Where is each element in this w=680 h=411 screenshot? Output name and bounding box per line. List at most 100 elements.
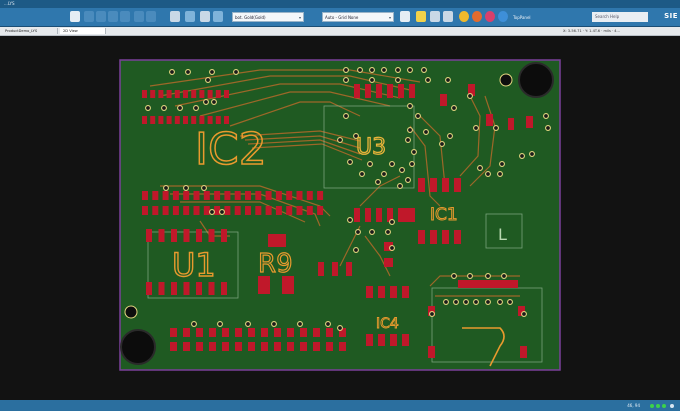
smd-pad — [526, 116, 533, 128]
highlight-icon[interactable] — [459, 11, 469, 22]
via — [191, 321, 197, 327]
ic2-pin-pad — [245, 206, 251, 215]
via — [407, 127, 413, 133]
ic2-pin-pad — [152, 191, 159, 200]
via — [245, 321, 251, 327]
view-select[interactable]: TopPanel — [510, 12, 580, 22]
route-icon[interactable] — [185, 11, 195, 22]
via — [409, 161, 415, 167]
ic4-pin-pad — [378, 286, 385, 298]
ic4-pin-pad — [366, 334, 373, 346]
u1-pin-pad — [208, 229, 215, 242]
status-ok-icon — [650, 404, 654, 408]
paste-icon[interactable] — [120, 11, 130, 22]
tab-2d-view[interactable]: 2D View — [60, 28, 106, 34]
bottom-res-pad — [261, 328, 268, 337]
via — [163, 185, 169, 191]
ic2-pin-pad — [317, 206, 324, 215]
ic2-pin-pad — [207, 116, 213, 124]
via — [369, 229, 375, 235]
via — [485, 299, 491, 305]
save-icon[interactable] — [96, 11, 106, 22]
u1-pin-pad — [146, 282, 152, 295]
via — [357, 67, 363, 73]
menu-icon[interactable] — [70, 11, 80, 22]
via — [375, 179, 381, 185]
via — [405, 137, 411, 143]
ic1-pin-pad — [430, 178, 437, 192]
filter-icon[interactable] — [472, 11, 482, 22]
bottom-res-pad — [196, 328, 203, 337]
search-input[interactable]: Search Help — [592, 12, 648, 22]
grid-select[interactable]: Auto - Grid None ▾ — [322, 12, 394, 22]
via — [325, 321, 331, 327]
ic1-pin-pad — [430, 230, 437, 244]
via — [381, 67, 387, 73]
via — [193, 105, 199, 111]
via — [477, 165, 483, 171]
open-icon[interactable] — [84, 11, 94, 22]
via — [497, 171, 503, 177]
redo-icon[interactable] — [146, 11, 156, 22]
layer-select[interactable]: bot. Gold(Gold) ▾ — [232, 12, 304, 22]
bottom-res-pad — [326, 328, 333, 337]
via — [205, 77, 211, 83]
via — [397, 183, 403, 189]
ic2-pin-pad — [142, 90, 147, 98]
via — [395, 77, 401, 83]
via — [177, 105, 183, 111]
via — [343, 113, 349, 119]
measure-icon[interactable] — [430, 11, 440, 22]
display-icon[interactable] — [400, 11, 410, 22]
via — [353, 247, 359, 253]
via — [521, 311, 527, 317]
copy-icon[interactable] — [108, 11, 118, 22]
ic2-pin-pad — [166, 116, 172, 124]
smd-pad — [508, 118, 514, 130]
undo-icon[interactable] — [134, 11, 144, 22]
design-canvas[interactable]: IC2 U3 IC1 U1 R9 IC4 L — [0, 36, 680, 400]
via — [359, 171, 365, 177]
ic2-pin-pad — [158, 90, 164, 98]
select-icon[interactable] — [498, 11, 508, 22]
layers-icon[interactable] — [443, 11, 453, 22]
ic2-pin-pad — [286, 191, 293, 200]
bottom-res-pad — [235, 342, 242, 351]
tab-product-demo[interactable]: ProductDemo_LYS — [2, 28, 58, 34]
via — [463, 299, 469, 305]
ic2-pin-pad — [296, 191, 303, 200]
window-title: ...LYS — [4, 1, 15, 6]
pcb-view[interactable]: IC2 U3 IC1 U1 R9 IC4 L — [0, 36, 680, 400]
ic2-pin-pad — [142, 206, 148, 215]
ic1-pin-pad — [454, 230, 461, 244]
ic4-pin-pad — [402, 286, 409, 298]
u3-pin-pad — [354, 208, 360, 222]
via — [507, 299, 513, 305]
via — [369, 67, 375, 73]
via — [389, 245, 395, 251]
via — [543, 113, 549, 119]
ic2-pin-pad — [245, 191, 251, 200]
ic2-pin-pad — [166, 90, 172, 98]
warning-icon[interactable] — [416, 11, 426, 22]
via — [423, 129, 429, 135]
bottom-res-pad — [170, 342, 177, 351]
drc-icon[interactable] — [213, 11, 223, 22]
u3-pin-pad — [398, 208, 404, 222]
ic2-pin-pad — [275, 191, 282, 200]
via — [203, 99, 209, 105]
u3-pin-pad — [365, 208, 371, 222]
via — [145, 105, 151, 111]
u3-pin-pad — [365, 84, 371, 98]
ic2-pin-pad — [191, 116, 197, 124]
via — [185, 69, 191, 75]
via-icon[interactable] — [200, 11, 210, 22]
smd-pad — [486, 114, 493, 126]
clear-icon[interactable] — [485, 11, 495, 22]
bottom-res-pad — [183, 342, 190, 351]
component-icon[interactable] — [170, 11, 180, 22]
ic4-pin-pad — [366, 286, 373, 298]
ic2-pin-pad — [199, 90, 205, 98]
ic1-pin-pad — [442, 230, 449, 244]
ic1-pin-pad — [418, 178, 425, 192]
